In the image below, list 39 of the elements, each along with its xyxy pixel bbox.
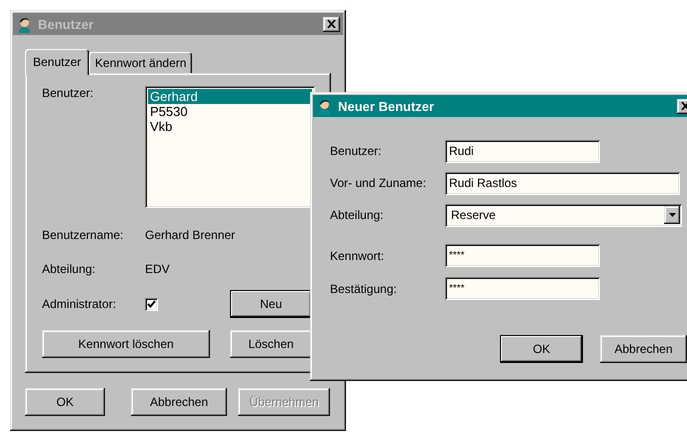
department-dropdown[interactable]: Reserve: [445, 204, 682, 226]
panel-button[interactable]: Löschen: [230, 330, 312, 358]
password-field[interactable]: ****: [445, 244, 600, 267]
field-label: Abteilung:: [330, 208, 384, 222]
tab[interactable]: Benutzer: [25, 49, 90, 75]
list-item[interactable]: Vkb: [148, 119, 312, 134]
list-item[interactable]: Gerhard: [148, 89, 312, 104]
field-label: Bestätigung:: [330, 282, 398, 296]
field-label: Vor- und Zuname:: [330, 176, 428, 190]
field-label: Benutzer:: [330, 144, 382, 158]
person-icon: [16, 16, 33, 32]
caret-icon: [668, 213, 676, 217]
field-label: Abteilung:: [42, 262, 96, 276]
checkmark-icon: [147, 300, 156, 308]
tab[interactable]: Kennwort ändern: [89, 52, 192, 73]
dialog-button[interactable]: OK: [500, 335, 583, 363]
password-field[interactable]: ****: [445, 277, 600, 300]
field-label: Benutzer:: [42, 86, 94, 100]
window-title: Benutzer: [38, 16, 95, 32]
field-label: Benutzername:: [42, 228, 124, 242]
person-icon: [316, 98, 333, 114]
field-value: Gerhard Brenner: [145, 228, 236, 242]
list-item[interactable]: P5530: [148, 104, 312, 119]
dialog-button[interactable]: Abbrechen: [131, 388, 227, 416]
input-field[interactable]: Rudi: [445, 140, 600, 162]
user-list[interactable]: Gerhard P5530 Vkb: [145, 86, 315, 208]
dropdown-button[interactable]: [664, 206, 680, 224]
close-icon: [327, 20, 336, 28]
dialog-button[interactable]: Abbrechen: [600, 335, 687, 363]
administrator-checkbox[interactable]: [145, 298, 158, 310]
dialog-button[interactable]: OK: [25, 388, 105, 416]
new-button[interactable]: Neu: [230, 290, 312, 318]
window-title: Neuer Benutzer: [338, 98, 436, 114]
field-label: Kennwort:: [330, 248, 386, 262]
input-field[interactable]: Rudi Rastlos: [445, 172, 680, 194]
field-value: EDV: [145, 262, 170, 276]
close-button[interactable]: [323, 16, 340, 32]
panel-button[interactable]: Kennwort löschen: [42, 330, 210, 358]
field-label: Administrator:: [42, 297, 118, 311]
